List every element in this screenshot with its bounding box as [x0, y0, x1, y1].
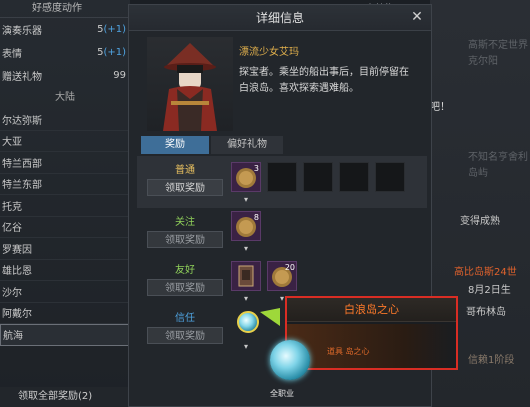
affinity-actions-header: 好感度动作 — [0, 0, 130, 18]
ghost-text: 克尔阳 — [468, 56, 498, 67]
tooltip-body: 道具 岛之心 — [287, 324, 456, 368]
tier-label: 友好 — [175, 265, 195, 276]
action-label: 赠送礼物 — [2, 72, 42, 83]
npc-birthday: 8月2日生 — [468, 285, 511, 296]
empty-slot — [339, 162, 369, 192]
ghost-text: 不知名亨舍利 — [468, 152, 528, 163]
card-icon — [238, 265, 254, 287]
reward-count: 20 — [284, 263, 295, 272]
chevron-down-icon: ▾ — [243, 342, 248, 351]
action-label: 演奏乐器 — [2, 26, 42, 37]
ghost-text: 岛屿 — [468, 168, 488, 179]
left-panel: 好感度动作 演奏乐器 5(+1) 表情 5(+1) 赠送礼物 99 大陆 尔达弥… — [0, 0, 130, 407]
tier-label: 信任 — [175, 313, 195, 324]
reward-slot[interactable] — [231, 261, 261, 291]
empty-slot — [267, 162, 297, 192]
npc-home: 哥布林岛 — [466, 307, 506, 318]
region-item[interactable]: 大亚 — [0, 131, 130, 152]
region-item[interactable]: 特兰西部 — [0, 152, 130, 174]
chevron-down-icon: ▾ — [243, 244, 248, 253]
reward-count: 3 — [253, 164, 259, 173]
tier-label: 普通 — [175, 165, 195, 176]
reward-count: 8 — [253, 213, 259, 222]
claim-all-rewards-button[interactable]: 领取全部奖励(2) — [0, 387, 130, 407]
reward-slot[interactable]: 8 — [231, 211, 261, 241]
character-portrait — [147, 37, 233, 131]
chevron-down-icon: ▾ — [243, 294, 248, 303]
action-bonus: (+1) — [103, 24, 126, 35]
tab-preferred-gifts[interactable]: 偏好礼物 — [211, 136, 283, 154]
character-name: 漂流少女艾玛 — [239, 47, 299, 58]
tab-rewards[interactable]: 奖励 — [141, 136, 209, 154]
ghost-text: 变得成熟 — [460, 216, 500, 227]
claim-reward-button[interactable]: 领取奖励 — [147, 327, 223, 344]
empty-slot — [303, 162, 333, 192]
action-count: 99 — [113, 70, 126, 81]
close-icon[interactable]: ✕ — [409, 9, 425, 25]
region-item[interactable]: 沙尔 — [0, 281, 130, 303]
action-bonus: (+1) — [103, 47, 126, 58]
action-row[interactable]: 演奏乐器 5(+1) — [0, 18, 130, 41]
region-item[interactable]: 雄比恩 — [0, 260, 130, 281]
action-row[interactable]: 表情 5(+1) — [0, 41, 130, 64]
tooltip-class: 全职业 — [270, 389, 294, 398]
ghost-text: 吧！ — [430, 102, 450, 113]
tooltip-item-type: 道具 岛之心 — [327, 347, 370, 356]
claim-reward-button[interactable]: 领取奖励 — [147, 179, 223, 196]
npc-name-line: 高比岛斯24世 — [454, 267, 517, 278]
reward-slot[interactable]: 3 — [231, 162, 261, 192]
tooltip-title: 白浪岛之心 — [287, 298, 456, 322]
region-item-selected[interactable]: 航海 — [0, 324, 130, 346]
npc-stage: 信赖1阶段 — [468, 355, 515, 366]
claim-reward-button[interactable]: 领取奖励 — [147, 231, 223, 248]
character-description: 探宝者。乘坐的船出事后，目前停留在白浪岛。喜欢探索遇难船。 — [239, 67, 409, 94]
tier-row-attention: 关注 领取奖励 — [137, 208, 427, 260]
region-item[interactable]: 特兰东部 — [0, 174, 130, 195]
modal-title: 详细信息 — [129, 5, 431, 31]
region-item[interactable]: 托克 — [0, 195, 130, 217]
ghost-text: 高斯不定世界 — [468, 40, 528, 51]
region-item[interactable]: 尔达弥斯 — [0, 109, 130, 131]
continent-section-title: 大陆 — [55, 92, 75, 103]
action-label: 表情 — [2, 49, 22, 60]
region-item[interactable]: 阿戴尔 — [0, 303, 130, 324]
island-heart-slot[interactable] — [237, 311, 259, 333]
character-portrait-art — [163, 43, 217, 131]
claim-reward-button[interactable]: 领取奖励 — [147, 279, 223, 296]
region-item[interactable]: 亿谷 — [0, 217, 130, 238]
reward-slot[interactable]: 20 — [267, 261, 297, 291]
region-item[interactable]: 罗赛因 — [0, 238, 130, 260]
empty-slot — [375, 162, 405, 192]
action-row[interactable]: 赠送礼物 99 — [0, 64, 130, 87]
tier-label: 关注 — [175, 217, 195, 228]
island-heart-icon — [270, 340, 310, 380]
chevron-down-icon: ▾ — [243, 195, 248, 204]
item-tooltip: 白浪岛之心 道具 岛之心 — [285, 296, 458, 370]
tooltip-pointer-icon — [260, 308, 280, 326]
